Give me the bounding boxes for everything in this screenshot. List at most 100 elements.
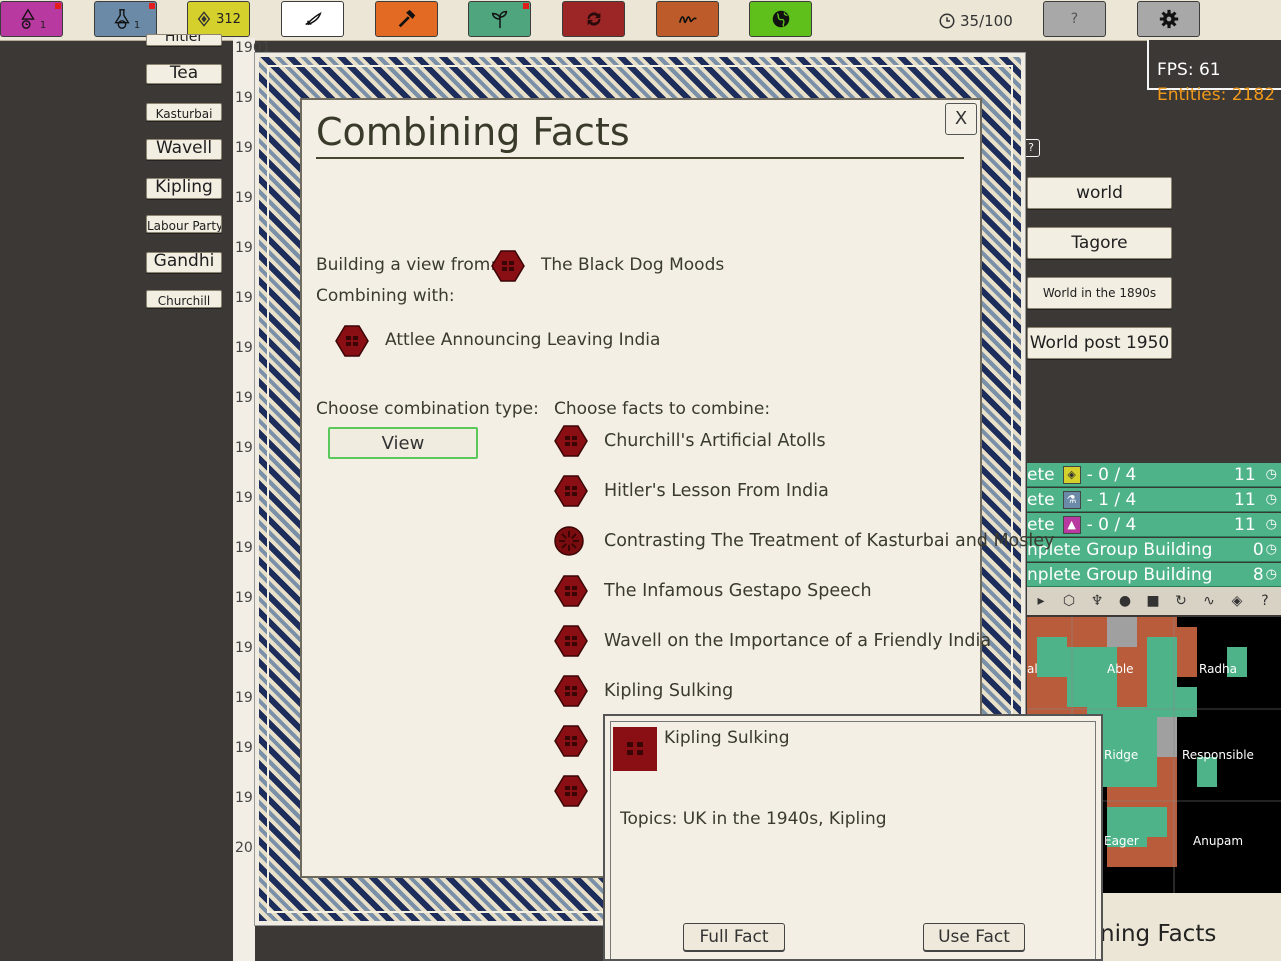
clock-icon: ◷ [1265, 567, 1277, 582]
diamond-icon[interactable]: ◈ [1223, 593, 1251, 609]
stats-box: FPS: 61 Entities: 2182 [1147, 40, 1281, 105]
label-chip[interactable]: Gandhi [146, 252, 222, 273]
flask-clock-icon [114, 9, 130, 29]
diamond-icon: ◈ [1062, 465, 1081, 484]
fact-list-item[interactable]: Churchill's Artificial Atolls [554, 424, 826, 458]
help-button[interactable]: ? [1043, 1, 1106, 37]
goal-row[interactable]: ete ◈ - 0 / 4 11 ◷ [1027, 463, 1281, 487]
hex-fact-icon [491, 250, 525, 282]
dialog-title: Combining Facts [316, 110, 630, 154]
view-combination-button[interactable]: View [328, 427, 478, 459]
knowledge-points-button[interactable]: 312 [187, 1, 250, 37]
timeline-year: 19 [235, 90, 253, 106]
people-research-button[interactable]: 1 [0, 1, 63, 37]
label-chip[interactable]: Hitler [146, 34, 222, 46]
grow-button[interactable] [468, 1, 531, 37]
fact-list-item[interactable] [554, 724, 604, 758]
signature-button[interactable] [656, 1, 719, 37]
world-1890s-topic-button[interactable]: World in the 1890s [1027, 277, 1172, 309]
timeline-year: 19 [235, 790, 253, 806]
background-panel: ning Facts [1100, 893, 1281, 961]
diamond-icon [197, 11, 211, 27]
arrow-icon[interactable]: ▸ [1027, 593, 1055, 609]
label-chip[interactable]: Kasturbai [146, 103, 222, 121]
combining-with-fact[interactable]: Attlee Announcing Leaving India [385, 330, 660, 350]
close-button[interactable]: X [945, 103, 977, 135]
fact-list-item[interactable]: Kipling Sulking [554, 674, 733, 708]
clock-icon: ◷ [1265, 467, 1277, 482]
cycle-icon[interactable]: ↻ [1167, 593, 1195, 609]
label-chip[interactable]: Tea [146, 64, 222, 84]
fact-list-item[interactable] [554, 774, 604, 808]
clock-icon: ◷ [1265, 517, 1277, 532]
hex-fact-icon [335, 325, 369, 357]
timeline-year: 19 [235, 140, 253, 156]
fact-list-item[interactable]: Hitler's Lesson From India [554, 474, 829, 508]
goal-row[interactable]: nplete Group Building 8 ◷ [1027, 563, 1281, 587]
hexagon-icon[interactable]: ⬡ [1055, 593, 1083, 609]
hex-fact-icon [554, 475, 588, 507]
gear-icon [1159, 9, 1178, 29]
science-research-button[interactable]: 1 [94, 1, 157, 37]
quill-icon [304, 12, 322, 26]
label-chip[interactable]: Labour Party [146, 215, 222, 233]
signature-icon[interactable]: ∿ [1195, 593, 1223, 609]
map-toolbar: ▸ ⬡ ♆ ● ■ ↻ ∿ ◈ ? [1027, 587, 1281, 615]
fact-list-item[interactable]: Contrasting The Treatment of Kasturbai a… [554, 524, 1054, 558]
map-label: Able [1107, 662, 1134, 676]
sprout-icon[interactable]: ♆ [1083, 593, 1111, 609]
timeline-year: 19 [235, 490, 253, 506]
help-icon[interactable]: ? [1251, 593, 1279, 609]
fact-list-item[interactable]: The Infamous Gestapo Speech [554, 574, 872, 608]
scientist-clock-icon [21, 8, 35, 29]
map-label: Anupam [1193, 834, 1244, 848]
timeline-year: 19 [235, 640, 253, 656]
entities-readout: Entities: 2182 [1157, 85, 1276, 105]
hex-fact-icon [554, 675, 588, 707]
building-from-fact[interactable]: The Black Dog Moods [541, 255, 724, 275]
person-icon[interactable]: ● [1111, 593, 1139, 609]
hex-fact-icon [554, 575, 588, 607]
notification-dot [149, 3, 155, 9]
map-label: Responsible [1182, 748, 1254, 762]
writing-button[interactable] [281, 1, 344, 37]
grid-fact-icon [627, 742, 643, 755]
fact-card-icon [613, 727, 657, 771]
world-button[interactable] [749, 1, 812, 37]
hex-fact-icon [554, 425, 588, 457]
world-post-1950-topic-button[interactable]: World post 1950 [1027, 327, 1172, 359]
label-chip[interactable]: Kipling [146, 178, 222, 199]
full-fact-button[interactable]: Full Fact [683, 923, 785, 951]
title-divider [316, 157, 964, 159]
signature-icon [678, 16, 697, 24]
globe-icon [772, 10, 789, 28]
settings-button[interactable] [1137, 1, 1200, 37]
world-topic-button[interactable]: world [1027, 177, 1172, 209]
cycle-button[interactable] [562, 1, 625, 37]
label-chip[interactable]: Churchill [146, 290, 222, 308]
timeline-year: 20 [235, 840, 253, 856]
sprout-icon [491, 10, 507, 29]
goal-row[interactable]: ete ▲ - 0 / 4 11 ◷ [1027, 513, 1281, 537]
timeline-year: 19 [235, 740, 253, 756]
square-icon[interactable]: ■ [1139, 593, 1167, 609]
hex-fact-icon [554, 775, 588, 807]
timeline-year: 19 [235, 240, 253, 256]
timeline-year: 19 [235, 190, 253, 206]
build-button[interactable] [375, 1, 438, 37]
map-label: Ridge [1104, 748, 1139, 762]
scientist-icon: ▲ [1062, 515, 1081, 534]
timeline-year: 19 [235, 390, 253, 406]
tagore-topic-button[interactable]: Tagore [1027, 227, 1172, 259]
goal-row[interactable]: ete ⚗ - 1 / 4 11 ◷ [1027, 488, 1281, 512]
fact-list-item[interactable]: Wavell on the Importance of a Friendly I… [554, 624, 991, 658]
use-fact-button[interactable]: Use Fact [923, 923, 1025, 951]
label-chip[interactable]: Wavell [146, 139, 222, 160]
goal-row[interactable]: nplete Group Building 0 ◷ [1027, 538, 1281, 562]
timeline-year: 19 [235, 590, 253, 606]
timeline-year: 19 [235, 340, 253, 356]
combination-type-label: Choose combination type: [316, 399, 539, 419]
hex-fact-icon [554, 725, 588, 757]
cycle-icon [587, 12, 600, 26]
clock-icon: ◷ [1265, 542, 1277, 557]
